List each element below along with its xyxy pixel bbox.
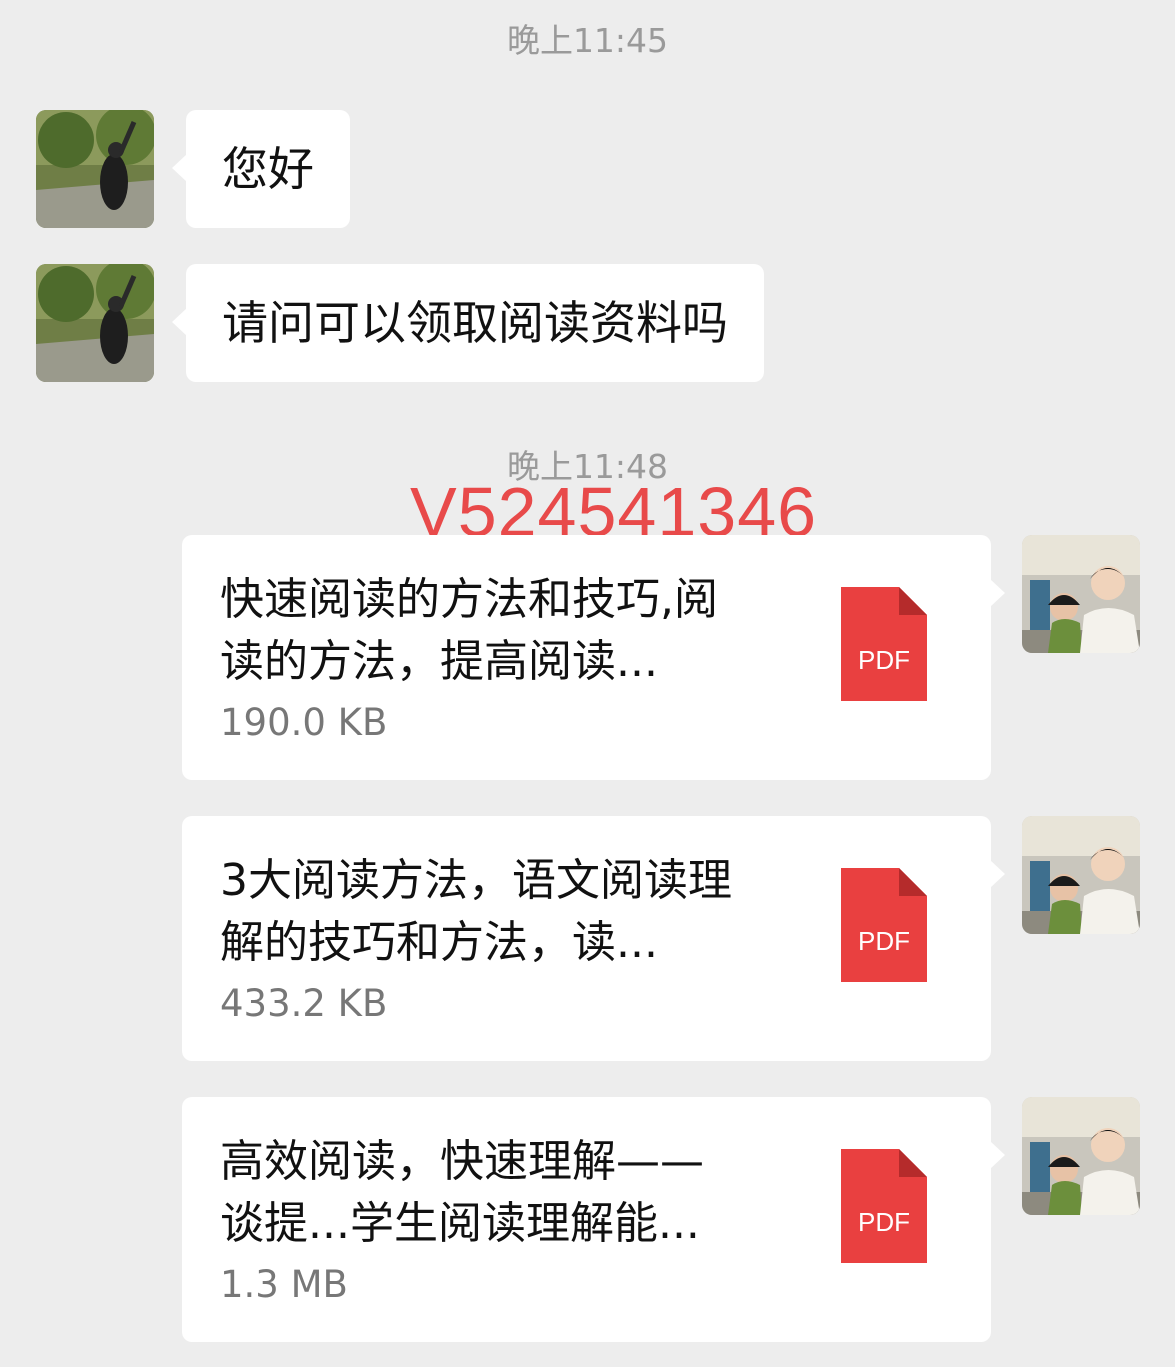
- file-title-line: 3大阅读方法，语文阅读理: [220, 855, 732, 906]
- file-size: 433.2 KB: [220, 982, 388, 1025]
- incoming-message-bubble[interactable]: 请问可以领取阅读资料吗: [172, 264, 764, 382]
- my-avatar[interactable]: [1022, 816, 1140, 934]
- contact-avatar[interactable]: [36, 110, 154, 228]
- timestamp: 晚上11:45: [506, 21, 669, 60]
- file-title: 3大阅读方法，语文阅读理 解的技巧和方法，读...: [220, 850, 800, 974]
- file-title-line: 解的技巧和方法，读...: [220, 917, 658, 968]
- file-size: 1.3 MB: [220, 1263, 348, 1306]
- file-title-line: 谈提...学生阅读理解能...: [220, 1198, 700, 1249]
- my-avatar[interactable]: [1022, 1097, 1140, 1215]
- message-text: 您好: [222, 142, 314, 196]
- pdf-file-icon: PDF: [841, 1149, 927, 1263]
- file-message-card[interactable]: 快速阅读的方法和技巧,阅 读的方法，提高阅读... 190.0 KB PDF: [182, 535, 1005, 780]
- pdf-file-icon: PDF: [841, 868, 927, 982]
- message-text: 请问可以领取阅读资料吗: [222, 296, 728, 350]
- file-title-line: 快速阅读的方法和技巧,阅: [220, 574, 718, 625]
- file-message-card[interactable]: 高效阅读，快速理解—— 谈提...学生阅读理解能... 1.3 MB PDF: [182, 1097, 1005, 1342]
- incoming-message-bubble[interactable]: 您好: [172, 110, 350, 228]
- file-title: 高效阅读，快速理解—— 谈提...学生阅读理解能...: [220, 1131, 800, 1255]
- pdf-file-icon: PDF: [841, 587, 927, 701]
- my-avatar[interactable]: [1022, 535, 1140, 653]
- file-title: 快速阅读的方法和技巧,阅 读的方法，提高阅读...: [220, 569, 800, 693]
- file-title-line: 读的方法，提高阅读...: [220, 636, 658, 687]
- pdf-label: PDF: [858, 645, 910, 675]
- file-message-card[interactable]: 3大阅读方法，语文阅读理 解的技巧和方法，读... 433.2 KB PDF: [182, 816, 1005, 1061]
- contact-avatar[interactable]: [36, 264, 154, 382]
- pdf-label: PDF: [858, 1207, 910, 1237]
- file-title-line: 高效阅读，快速理解——: [220, 1136, 704, 1187]
- file-size: 190.0 KB: [220, 701, 388, 744]
- pdf-label: PDF: [858, 926, 910, 956]
